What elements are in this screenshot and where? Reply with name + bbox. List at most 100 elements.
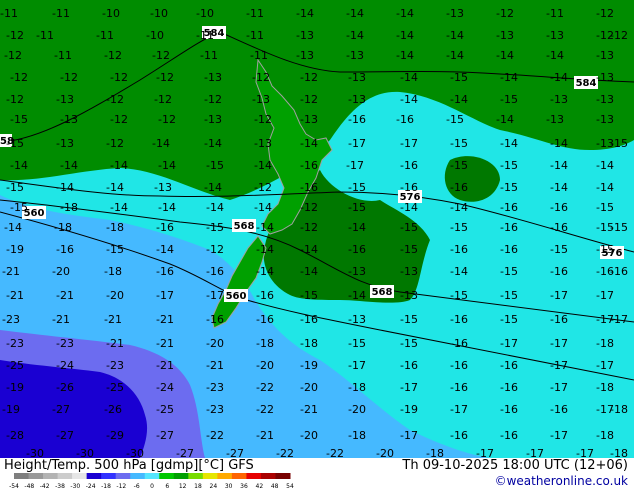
colorbar-label: 30 [225, 483, 233, 490]
colorbar-swatch [14, 473, 30, 479]
temperature-label: -15 [400, 313, 418, 326]
colorbar-swatch [130, 473, 146, 479]
temperature-label: -13 [296, 49, 314, 62]
temperature-label: -13 [60, 113, 78, 126]
temperature-label: -23 [106, 359, 124, 372]
temperature-label: -11 [96, 29, 114, 42]
temperature-label: -13 [56, 137, 74, 150]
colorbar-label: 6 [165, 483, 169, 490]
temperature-label: -12 [154, 93, 172, 106]
temperature-label: -12 [204, 93, 222, 106]
temperature-label: -13 [596, 113, 614, 126]
colorbar-label: 48 [271, 483, 279, 490]
temperature-label: -20 [300, 381, 318, 394]
temperature-label: -16 [256, 313, 274, 326]
temperature-label: -15 [10, 113, 28, 126]
temperature-label: -14 [296, 7, 314, 20]
valid-time: Th 09-10-2025 18:00 UTC (12+06) [402, 458, 628, 473]
temperature-label: -14 [400, 71, 418, 84]
colorbar-swatch [246, 473, 262, 479]
temperature-label: -12 [300, 221, 318, 234]
temperature-label: -14 [56, 181, 74, 194]
temperature-label: -16 [450, 429, 468, 442]
colorbar-label: -18 [101, 483, 111, 490]
temperature-label: -21 [256, 429, 274, 442]
temperature-label: -14 [396, 29, 414, 42]
temperature-label: -29 [106, 429, 124, 442]
temperature-label: -12 [106, 137, 124, 150]
temperature-label: -22 [276, 447, 294, 458]
temperature-label: -14 [348, 289, 366, 302]
temperature-label: -16 [450, 337, 468, 350]
colorbar-swatch [72, 473, 88, 479]
temperature-label: -11 [54, 49, 72, 62]
temperature-label: -18 [256, 337, 274, 350]
colorbar-label: -54 [9, 483, 19, 490]
height-label: 568 [370, 285, 394, 298]
temperature-label: -14 [550, 159, 568, 172]
weather-map: 584 584 58 576 576 568 568 560 560 -11 -1… [0, 0, 634, 458]
temperature-label: -21 [52, 313, 70, 326]
temperature-label: -13 [400, 289, 418, 302]
temperature-label: -18 [300, 337, 318, 350]
temperature-label: -27 [56, 429, 74, 442]
temperature-label: -13 [400, 265, 418, 278]
temperature-label: -14 [4, 221, 22, 234]
temperature-label: -16 [300, 159, 318, 172]
temperature-label: -21 [156, 313, 174, 326]
temperature-label: -11 [200, 49, 218, 62]
temperature-label: -13 [56, 93, 74, 106]
temperature-label: -20 [52, 265, 70, 278]
temperature-label: -15 [348, 201, 366, 214]
temperature-label: -17 [550, 359, 568, 372]
colorbar-swatch [57, 473, 73, 479]
temperature-label: -15 [106, 243, 124, 256]
temperature-label: -10 [146, 29, 164, 42]
temperature-label: -12 [496, 7, 514, 20]
temperature-label: -12 [106, 93, 124, 106]
temperature-label: -16 [500, 221, 518, 234]
colorbar-swatch [231, 473, 247, 479]
colorbar-label: -48 [24, 483, 34, 490]
temperature-label: -15 [450, 137, 468, 150]
colorbar-label: 36 [240, 483, 248, 490]
temperature-label: -16 [500, 201, 518, 214]
temperature-label: -15 [610, 137, 628, 150]
temperature-label: -13 [300, 113, 318, 126]
temperature-label: -23 [2, 313, 20, 326]
map-title: Height/Temp. 500 hPa [gdmp][°C] GFS [4, 458, 254, 473]
svg-text:568: 568 [372, 287, 393, 298]
temperature-label: -16 [500, 359, 518, 372]
temperature-label: -14 [256, 221, 274, 234]
temperature-label: -15 [450, 221, 468, 234]
temperature-label: -14 [300, 243, 318, 256]
temperature-label: -11 [0, 7, 18, 20]
temperature-label: -15 [300, 289, 318, 302]
temperature-label: -15 [500, 289, 518, 302]
temperature-label: -19 [6, 243, 24, 256]
colorbar-label: -6 [134, 483, 140, 490]
temperature-label: -11 [250, 49, 268, 62]
temperature-label: -18 [596, 337, 614, 350]
temperature-label: -16 [550, 265, 568, 278]
temperature-label: -14 [546, 49, 564, 62]
temperature-label: -14 [300, 137, 318, 150]
temperature-label: -14 [254, 201, 272, 214]
temperature-label: -20 [300, 429, 318, 442]
temperature-label: -17 [156, 289, 174, 302]
temperature-label: -24 [156, 381, 174, 394]
temperature-label: -12 [206, 243, 224, 256]
colorbar-label: -42 [40, 483, 50, 490]
credit-link[interactable]: ©weatheronline.co.uk [495, 474, 628, 488]
temperature-label: -16 [396, 113, 414, 126]
temperature-label: -21 [106, 337, 124, 350]
temperature-label: -14 [550, 137, 568, 150]
temperature-label: -18 [610, 403, 628, 416]
temperature-label: -13 [596, 93, 614, 106]
temperature-label: -12 [110, 113, 128, 126]
height-label: 560 [224, 289, 248, 302]
temperature-label: -13 [546, 29, 564, 42]
temperature-label: -11 [52, 7, 70, 20]
temperature-label: -25 [106, 381, 124, 394]
colorbar-swatch [260, 473, 276, 479]
